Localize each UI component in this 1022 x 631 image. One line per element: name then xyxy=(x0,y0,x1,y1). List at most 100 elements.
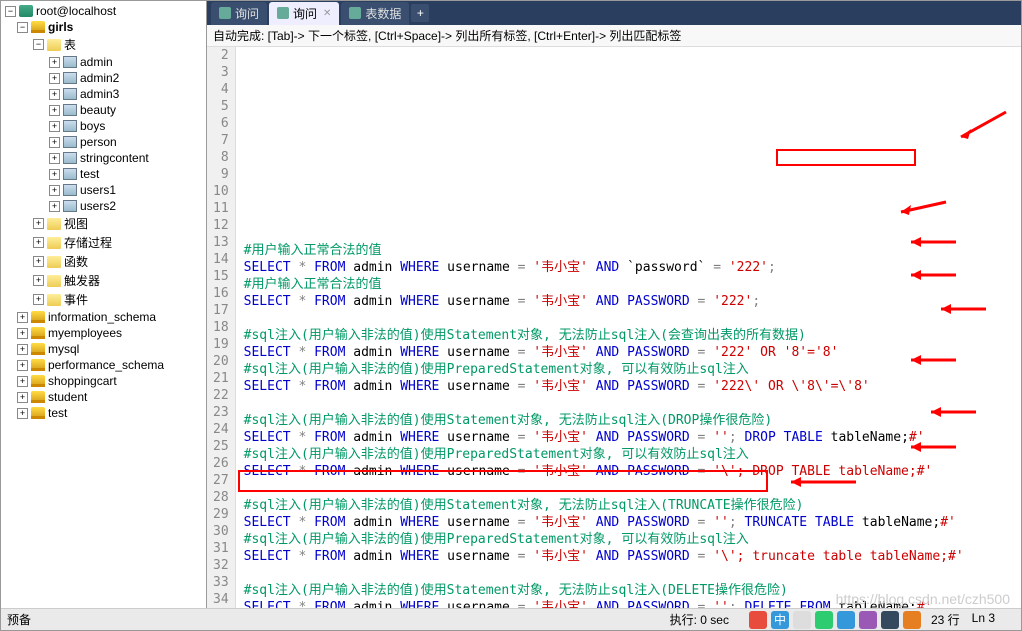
expand-icon[interactable]: + xyxy=(49,169,60,180)
folder-label: 表 xyxy=(64,36,76,53)
ime-icon[interactable] xyxy=(837,611,855,629)
table-node[interactable]: +person xyxy=(3,134,204,150)
code-line[interactable] xyxy=(244,565,1021,582)
table-node[interactable]: +admin3 xyxy=(3,86,204,102)
table-node[interactable]: + test xyxy=(3,166,204,182)
database-label: mysql xyxy=(48,342,79,356)
table-label: test xyxy=(80,167,99,181)
table-node[interactable]: +beauty xyxy=(3,102,204,118)
server-node[interactable]: − root@localhost xyxy=(3,3,204,19)
expand-icon[interactable]: + xyxy=(17,328,28,339)
expand-icon[interactable]: + xyxy=(49,73,60,84)
code-line[interactable]: #sql注入(用户输入非法的值)使用Statement对象, 无法防止sql注入… xyxy=(244,327,1021,344)
code-line[interactable]: SELECT * FROM admin WHERE username = '韦小… xyxy=(244,463,1021,480)
expand-icon[interactable]: + xyxy=(17,344,28,355)
code-line[interactable]: #用户输入正常合法的值 xyxy=(244,276,1021,293)
expand-icon[interactable]: + xyxy=(49,105,60,116)
code-line[interactable] xyxy=(244,395,1021,412)
code-line[interactable]: SELECT * FROM admin WHERE username = '韦小… xyxy=(244,429,1021,446)
code-line[interactable]: #sql注入(用户输入非法的值)使用Statement对象, 无法防止sql注入… xyxy=(244,582,1021,599)
code-area[interactable]: #用户输入正常合法的值SELECT * FROM admin WHERE use… xyxy=(236,47,1021,608)
database-node[interactable]: +shoppingcart xyxy=(3,373,204,389)
table-node[interactable]: +admin2 xyxy=(3,70,204,86)
tab-label: 询问 xyxy=(235,5,259,22)
triggers-folder[interactable]: + 触发器 xyxy=(3,271,204,290)
object-browser[interactable]: − root@localhost − girls − 表 +admin+admi… xyxy=(1,1,207,608)
editor-tab[interactable]: 询问✕ xyxy=(269,2,339,25)
expand-icon[interactable]: + xyxy=(17,408,28,419)
ime-icon[interactable] xyxy=(793,611,811,629)
ime-icon[interactable] xyxy=(815,611,833,629)
code-line[interactable]: #sql注入(用户输入非法的值)使用PreparedStatement对象, 可… xyxy=(244,361,1021,378)
code-line[interactable]: SELECT * FROM admin WHERE username = '韦小… xyxy=(244,548,1021,565)
table-node[interactable]: +users2 xyxy=(3,198,204,214)
database-node[interactable]: + mysql xyxy=(3,341,204,357)
annotation-arrow-icon xyxy=(956,107,1016,147)
table-node[interactable]: +stringcontent xyxy=(3,150,204,166)
ime-icon[interactable] xyxy=(903,611,921,629)
ime-icon[interactable] xyxy=(749,611,767,629)
table-node[interactable]: +users1 xyxy=(3,182,204,198)
expand-icon[interactable]: + xyxy=(17,312,28,323)
editor-tab[interactable]: 表数据 xyxy=(341,2,409,25)
expand-icon[interactable]: + xyxy=(17,392,28,403)
code-line[interactable]: SELECT * FROM admin WHERE username = '韦小… xyxy=(244,599,1021,608)
database-node[interactable]: + student xyxy=(3,389,204,405)
database-label: student xyxy=(48,390,87,404)
database-icon xyxy=(31,343,45,355)
database-node[interactable]: +information_schema xyxy=(3,309,204,325)
code-line[interactable]: #用户输入正常合法的值 xyxy=(244,242,1021,259)
events-folder[interactable]: + 事件 xyxy=(3,290,204,309)
table-node[interactable]: + boys xyxy=(3,118,204,134)
code-line[interactable]: #sql注入(用户输入非法的值)使用Statement对象, 无法防止sql注入… xyxy=(244,412,1021,429)
expand-icon[interactable]: + xyxy=(49,201,60,212)
code-line[interactable] xyxy=(244,310,1021,327)
code-line[interactable] xyxy=(244,480,1021,497)
code-line[interactable]: SELECT * FROM admin WHERE username = '韦小… xyxy=(244,514,1021,531)
collapse-icon[interactable]: − xyxy=(5,6,16,17)
code-line[interactable]: #sql注入(用户输入非法的值)使用PreparedStatement对象, 可… xyxy=(244,531,1021,548)
expand-icon[interactable]: + xyxy=(33,237,44,248)
collapse-icon[interactable]: − xyxy=(33,39,44,50)
database-node[interactable]: +test xyxy=(3,405,204,421)
code-line[interactable]: #sql注入(用户输入非法的值)使用PreparedStatement对象, 可… xyxy=(244,446,1021,463)
ime-icon[interactable] xyxy=(859,611,877,629)
database-node[interactable]: +myemployees xyxy=(3,325,204,341)
expand-icon[interactable]: + xyxy=(33,294,44,305)
code-line[interactable]: #sql注入(用户输入非法的值)使用Statement对象, 无法防止sql注入… xyxy=(244,497,1021,514)
expand-icon[interactable]: + xyxy=(49,185,60,196)
expand-icon[interactable]: + xyxy=(49,153,60,164)
ime-icon[interactable] xyxy=(881,611,899,629)
expand-icon[interactable]: + xyxy=(49,121,60,132)
table-node[interactable]: +admin xyxy=(3,54,204,70)
query-icon xyxy=(349,7,361,19)
views-folder[interactable]: + 视图 xyxy=(3,214,204,233)
expand-icon[interactable]: + xyxy=(33,218,44,229)
tables-folder[interactable]: − 表 xyxy=(3,35,204,54)
procs-folder[interactable]: + 存储过程 xyxy=(3,233,204,252)
ime-icon[interactable]: 中 xyxy=(771,611,789,629)
expand-icon[interactable]: + xyxy=(17,376,28,387)
code-line[interactable]: SELECT * FROM admin WHERE username = '韦小… xyxy=(244,344,1021,361)
add-tab-button[interactable]: + xyxy=(411,4,429,22)
expand-icon[interactable]: + xyxy=(17,360,28,371)
expand-icon[interactable]: + xyxy=(49,57,60,68)
ime-icons: 中 xyxy=(749,611,921,629)
expand-icon[interactable]: + xyxy=(49,137,60,148)
sql-editor[interactable]: 2345678910111213141516171819202122232425… xyxy=(207,47,1021,608)
database-node[interactable]: +performance_schema xyxy=(3,357,204,373)
expand-icon[interactable]: + xyxy=(33,275,44,286)
expand-icon[interactable]: + xyxy=(33,256,44,267)
code-line[interactable]: SELECT * FROM admin WHERE username = '韦小… xyxy=(244,259,1021,276)
code-line[interactable]: SELECT * FROM admin WHERE username = '韦小… xyxy=(244,378,1021,395)
collapse-icon[interactable]: − xyxy=(17,22,28,33)
funcs-folder[interactable]: + 函数 xyxy=(3,252,204,271)
database-node[interactable]: − girls xyxy=(3,19,204,35)
code-line[interactable]: SELECT * FROM admin WHERE username = '韦小… xyxy=(244,293,1021,310)
expand-icon[interactable]: + xyxy=(49,89,60,100)
folder-icon xyxy=(47,275,61,287)
database-icon xyxy=(31,391,45,403)
close-icon[interactable]: ✕ xyxy=(323,8,331,19)
table-label: boys xyxy=(80,119,105,133)
editor-tab[interactable]: 询问 xyxy=(211,2,267,25)
